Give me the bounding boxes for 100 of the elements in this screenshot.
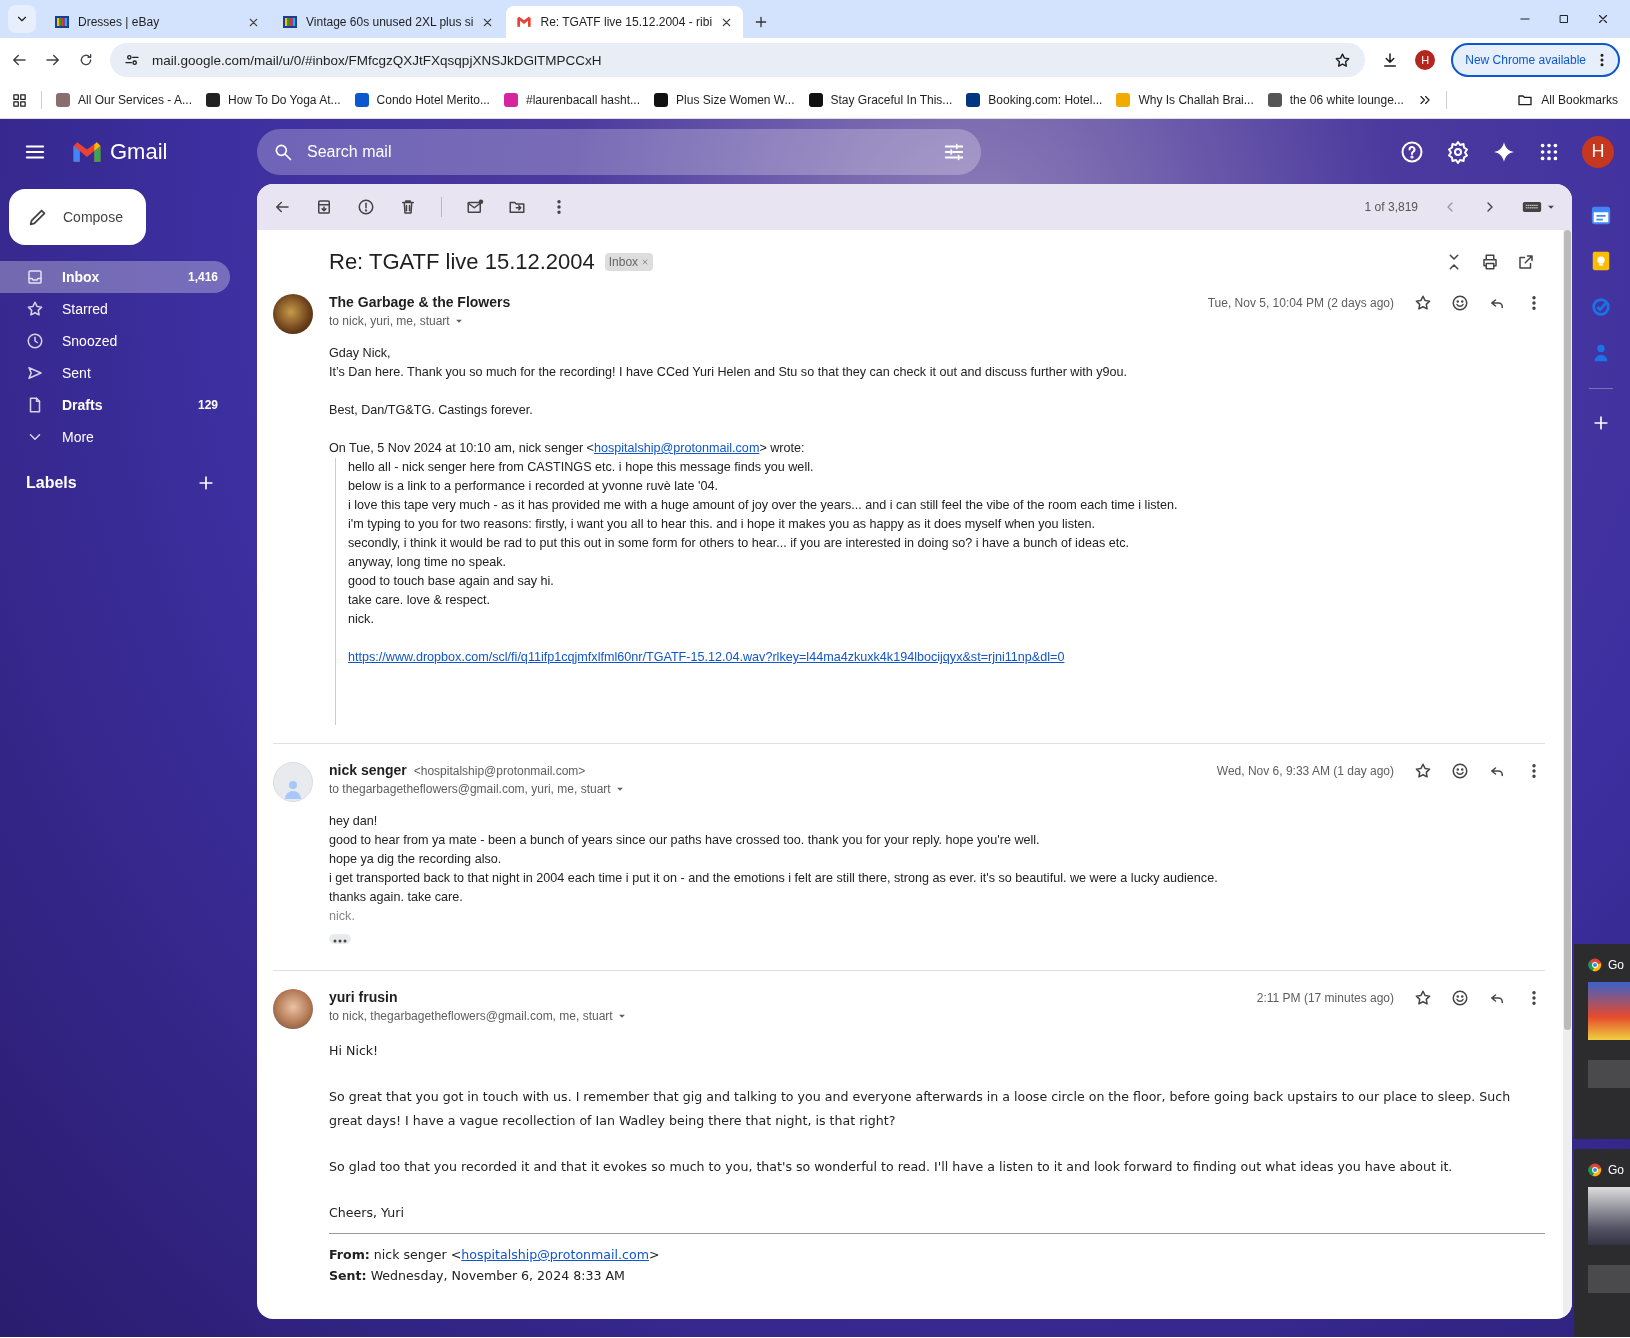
account-avatar[interactable]: H (1582, 135, 1614, 168)
browser-logo-icon (1588, 1163, 1602, 1177)
bookmark[interactable]: All Our Services - A... (56, 93, 193, 107)
nav-item[interactable]: Inbox 1,416 (0, 261, 230, 293)
browser-tab[interactable]: Vintage 60s unused 2XL plus si (272, 6, 505, 38)
lightbulb-note-icon[interactable] (1590, 250, 1612, 272)
favicon-icon (354, 93, 369, 107)
email-link[interactable]: hospitalship@protonmail.com (461, 1247, 649, 1262)
sender-name: The Garbage & the Flowers (329, 294, 512, 310)
close-icon[interactable] (1596, 12, 1610, 26)
message-text: Hi Nick! (329, 1042, 380, 1060)
report-icon[interactable] (357, 198, 375, 216)
message-text: So glad too that you recorded it and that it evokes so much to you, that's so wonderful to read. I'll have a listen to it and look forward to finding out what ideas you have about it. (329, 1158, 1454, 1176)
nav-item[interactable]: Drafts 129 (0, 389, 230, 421)
star-icon[interactable] (1414, 762, 1432, 780)
browser-tab[interactable]: Re: TGATF live 15.12.2004 - ribi (506, 6, 744, 38)
emoji-icon[interactable] (1451, 989, 1469, 1007)
product-name: Gmail (110, 138, 168, 165)
emoji-icon[interactable] (1451, 294, 1469, 312)
bookmark[interactable]: Condo Hotel Merito... (354, 93, 490, 107)
send-icon (26, 364, 44, 382)
scrollbar[interactable] (1563, 230, 1572, 1319)
quote-attribution: On Tue, 5 Nov 2024 at 10:10 am, nick senger <hospitalship@protonmail.com> wrote: (329, 440, 806, 457)
emoji-icon[interactable] (1451, 762, 1469, 780)
gmail-logo-icon[interactable] (72, 140, 102, 163)
email-link[interactable]: hospitalship@protonmail.com (594, 441, 760, 455)
all-bookmarks-button[interactable]: All Bookmarks (1517, 92, 1618, 108)
dropbox-link[interactable]: https://www.dropbox.com/scl/fi/q11ifp1cqjmfxlfml60nr/TGATF-15.12.04.wav?rlkey=l44ma4zkuxk4k194lbocijqyx&st=rjni11np&dl=0 (348, 648, 1065, 667)
archive-icon[interactable] (315, 198, 333, 216)
nav-item[interactable]: Snoozed (0, 325, 230, 357)
signature-text: nick. (329, 908, 356, 925)
star-icon[interactable] (1414, 294, 1432, 312)
help-icon[interactable] (1400, 139, 1424, 164)
message-text: hope ya dig the recording also. (329, 851, 503, 868)
bookmark[interactable]: Why Is Challah Brai... (1116, 93, 1254, 107)
quoted-text: i'm typing to you for two reasons: firstly, i want you all to hear this. and i hope it makes you as happy as it does myself when you listen. (348, 516, 1096, 533)
address-bar[interactable]: mail.google.com/mail/u/0/#inbox/FMfcgzQXJtFXqsqpjXNSJkDGlTMPCCxH (110, 43, 1366, 77)
search-bar[interactable]: Search mail (257, 128, 981, 175)
calendar-icon[interactable] (1590, 204, 1612, 226)
browser-tab[interactable]: Dresses | eBay (44, 6, 270, 38)
bookmark[interactable]: #laurenbacall hasht... (503, 93, 641, 107)
favicon-icon (1116, 93, 1131, 107)
tasks-check-icon[interactable] (1590, 296, 1612, 318)
star-icon[interactable] (1414, 989, 1432, 1007)
window-title: Go (1608, 1163, 1624, 1177)
show-trimmed-button[interactable] (329, 934, 351, 944)
thumbnail-bar (1588, 1265, 1630, 1293)
nav-item[interactable]: Starred (0, 293, 230, 325)
open-new-window-icon[interactable] (1517, 253, 1535, 271)
profile-avatar[interactable]: H (1415, 50, 1436, 70)
trash-icon[interactable] (399, 198, 417, 216)
message-text: So great that you got in touch with us. I remember that gig and talking to you and everyone afterwards in a loose circle on the floor, before going back upstairs to our place to sleep. Such great days! I have a vague recollection of Ian Wadley being there that night, is that right? (329, 1088, 1512, 1130)
folder-icon (1517, 92, 1534, 108)
favicon-icon (654, 93, 669, 107)
message-text: hey dan! (329, 813, 379, 830)
apps-grid-icon[interactable] (12, 92, 27, 108)
recipients-text: to nick, thegarbagetheflowers@gmail.com, me, stuart (329, 1009, 613, 1023)
label-chip[interactable]: Inbox (604, 253, 654, 271)
nav-item[interactable]: More (0, 421, 230, 453)
bookmark[interactable]: Booking.com: Hotel... (966, 93, 1103, 107)
print-icon[interactable] (1481, 253, 1499, 271)
bookmark[interactable]: Plus Size Women W... (654, 93, 795, 107)
maximize-icon[interactable] (1558, 13, 1570, 25)
window-preview[interactable]: Go (1574, 1149, 1630, 1337)
quoted-text: secondly, i think it would be rad to put this out in some form for others to hear... if you are interested in doing so? i have a bunch of ideas etc. (348, 535, 1131, 552)
message-date: Wed, Nov 6, 9:33 AM (1 day ago) (1216, 764, 1394, 778)
thumbnail-bar (1588, 1060, 1630, 1088)
quoted-text: anyway, long time no speak. (348, 554, 507, 571)
message-text: Best, Dan/TG&TG. Castings forever. (329, 402, 534, 419)
recipients-text: to thegarbagetheflowers@gmail.com, yuri, me, stuart (329, 782, 611, 796)
favicon-icon (966, 93, 981, 107)
sender-name: nick senger <hospitalship@protonmail.com> (329, 762, 587, 778)
inbox-icon (26, 268, 44, 286)
striped-favicon-icon (54, 14, 70, 30)
nav-item[interactable]: Sent (0, 357, 230, 389)
window-preview[interactable]: Go (1574, 944, 1630, 1139)
quoted-text: take care. love & respect. (348, 592, 492, 609)
favicon-icon (503, 93, 518, 107)
search-field[interactable]: Search mail (305, 141, 931, 162)
bookmark[interactable]: the 06 white lounge... (1267, 93, 1404, 107)
message-date: 2:11 PM (17 minutes ago) (1256, 991, 1394, 1005)
quoted-text: below is a link to a performance i recorded at yvonne ruvè late '04. (348, 478, 719, 495)
bookmark[interactable]: How To Do Yoga At... (206, 93, 341, 107)
compose-button[interactable]: Compose (9, 189, 146, 245)
browser-logo-icon (1588, 958, 1602, 972)
mark-unread-icon[interactable] (466, 198, 484, 216)
clock-icon (26, 332, 44, 350)
star-icon[interactable] (1334, 51, 1352, 69)
forward-sent: Sent: Wednesday, November 6, 2024 8:33 AM (329, 1267, 626, 1285)
settings-icon[interactable] (1446, 139, 1470, 164)
chevron-double-right-icon[interactable] (1417, 93, 1432, 107)
pager-text: 1 of 3,819 (1364, 200, 1418, 214)
sender-name: yuri frusin (329, 989, 399, 1005)
message-text: Gday Nick, (329, 345, 392, 362)
reload-icon[interactable] (78, 52, 94, 68)
message-date: Tue, Nov 5, 10:04 PM (2 days ago) (1207, 296, 1394, 310)
recipients-text: to nick, yuri, me, stuart (329, 314, 450, 328)
bookmark[interactable]: Stay Graceful In This... (808, 93, 953, 107)
site-settings-icon[interactable] (124, 52, 140, 68)
update-button[interactable]: New Chrome available (1451, 43, 1620, 77)
